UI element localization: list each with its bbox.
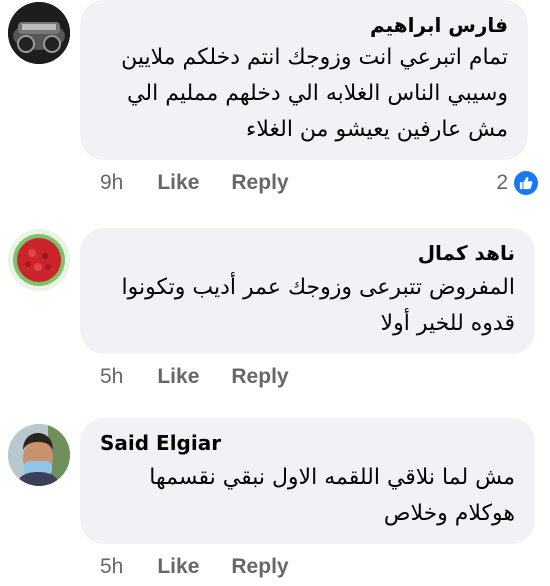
reaction-summary[interactable]: 2 (496, 168, 538, 198)
comment-bubble: Said Elgiar مش لما نلاقي اللقمه الاول نب… (80, 418, 535, 544)
reaction-count: 2 (496, 171, 508, 194)
reply-button[interactable]: Reply (231, 555, 288, 579)
comment-bubble: ناهد كمال المفروض تتبرعى وزوجك عمر أديب … (80, 228, 535, 354)
like-reaction-icon (514, 171, 538, 195)
comment-author[interactable]: Said Elgiar (100, 430, 515, 456)
comment-text: المفروض تتبرعى وزوجك عمر أديب وتكونوا قد… (121, 275, 516, 336)
comment-timestamp[interactable]: 5h (100, 365, 123, 389)
comment-author[interactable]: ناهد كمال (100, 240, 515, 266)
comment-timestamp[interactable]: 9h (100, 171, 123, 195)
comment-item: ناهد كمال المفروض تتبرعى وزوجك عمر أديب … (0, 224, 550, 396)
like-button[interactable]: Like (157, 555, 199, 579)
reply-button[interactable]: Reply (231, 365, 288, 389)
like-button[interactable]: Like (157, 171, 199, 195)
comment-text: تمام اتبرعي انت وزوجك انتم دخلكم ملايين … (121, 45, 508, 142)
comment-text: مش لما نلاقي اللقمه الاول نبقي نقسمها هو… (149, 465, 515, 526)
comment-timestamp[interactable]: 5h (100, 555, 123, 579)
comment-author[interactable]: فارس ابراهيم (100, 12, 508, 38)
comment-item: Said Elgiar مش لما نلاقي اللقمه الاول نب… (0, 418, 550, 586)
comment-bubble: فارس ابراهيم تمام اتبرعي انت وزوجك انتم … (80, 0, 528, 160)
comment-item: فارس ابراهيم تمام اتبرعي انت وزوجك انتم … (0, 0, 550, 200)
avatar[interactable] (8, 424, 70, 486)
avatar[interactable] (8, 2, 70, 64)
like-button[interactable]: Like (157, 365, 199, 389)
avatar[interactable] (8, 229, 70, 291)
reply-button[interactable]: Reply (231, 171, 288, 195)
comment-actions: 9h Like Reply (100, 168, 321, 198)
comment-actions: 5h Like Reply (100, 362, 321, 392)
comment-actions: 5h Like Reply (100, 552, 321, 582)
